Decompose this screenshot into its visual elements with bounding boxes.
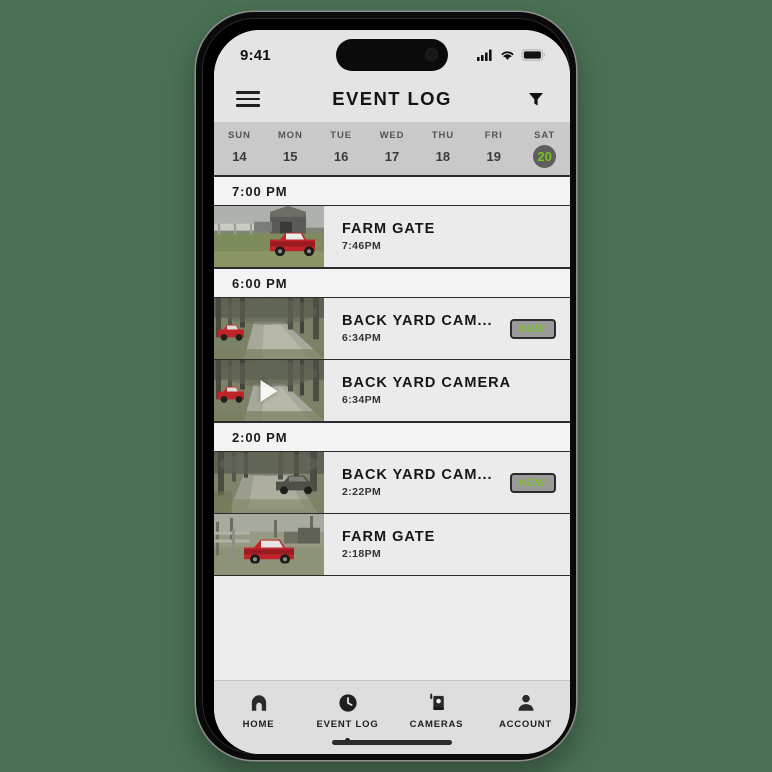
event-thumbnail[interactable]	[214, 298, 324, 359]
phone-frame: 9:41 EVENT LOG SUN 14 MON 15 TUE 16 WED …	[196, 12, 576, 760]
date-cell-18[interactable]: THU 18	[417, 130, 468, 168]
tab-account[interactable]: ACCOUNT	[481, 692, 570, 743]
event-details: FARM GATE 7:46PM	[324, 206, 570, 267]
event-timestamp: 7:46PM	[342, 240, 382, 252]
day-of-week-label: THU	[431, 129, 454, 141]
home-icon	[248, 692, 270, 714]
event-thumbnail[interactable]	[214, 206, 324, 267]
home-icon	[251, 695, 266, 711]
person-icon	[517, 694, 534, 711]
hamburger-line	[236, 91, 260, 94]
event-thumbnail[interactable]	[214, 360, 324, 421]
event-row[interactable]: FARM GATE 2:18PM	[214, 514, 570, 576]
day-number-label: 20	[533, 144, 557, 168]
tab-cameras[interactable]: CAMERAS	[392, 692, 481, 743]
time-group-header: 2:00 PM	[214, 422, 570, 452]
hamburger-menu-icon[interactable]	[236, 91, 260, 107]
hamburger-line	[236, 97, 260, 101]
new-badge: NEW	[509, 318, 556, 339]
day-of-week-label: SAT	[534, 129, 556, 141]
event-list[interactable]: 7:00 PM FARM GATE 7:46PM 6:00 PM BACK YA…	[214, 176, 570, 680]
status-bar: 9:41	[214, 30, 570, 76]
event-camera-name: BACK YARD CAM...	[342, 313, 493, 329]
bottom-tab-bar[interactable]: HOME EVENT LOG CAMERAS ACCOUNT	[214, 680, 570, 754]
event-text-block: BACK YARD CAM... 2:22PM	[342, 467, 493, 498]
screenshot-canvas: 9:41 EVENT LOG SUN 14 MON 15 TUE 16 WED …	[0, 0, 772, 772]
phone-screen: 9:41 EVENT LOG SUN 14 MON 15 TUE 16 WED …	[214, 30, 570, 754]
tab-label: EVENT LOG	[316, 719, 379, 730]
trail-camera-icon	[429, 693, 444, 710]
cellular-signal-icon	[477, 49, 492, 61]
event-camera-name: BACK YARD CAMERA	[342, 375, 512, 391]
tab-label: CAMERAS	[409, 719, 464, 730]
event-camera-name: FARM GATE	[342, 221, 436, 237]
app-header: EVENT LOG	[214, 76, 570, 122]
time-group-header: 6:00 PM	[214, 268, 570, 298]
event-timestamp: 6:34PM	[342, 332, 382, 344]
front-camera-icon	[425, 48, 438, 61]
status-bar-time: 9:41	[240, 46, 271, 64]
date-cell-19[interactable]: FRI 19	[468, 130, 519, 168]
event-row[interactable]: BACK YARD CAM... 6:34PM NEW	[214, 298, 570, 360]
event-details: BACK YARD CAM... 6:34PM NEW	[324, 298, 570, 359]
event-text-block: FARM GATE 7:46PM	[342, 221, 435, 252]
day-number-label: 14	[232, 148, 247, 164]
hamburger-line	[236, 104, 260, 107]
day-number-label: 17	[384, 148, 400, 164]
tab-label: ACCOUNT	[498, 719, 553, 730]
date-cell-17[interactable]: WED 17	[367, 130, 418, 168]
tab-label: HOME	[242, 719, 275, 730]
event-timestamp: 2:22PM	[342, 486, 382, 498]
event-timestamp: 2:18PM	[342, 548, 382, 560]
status-bar-indicators	[477, 45, 546, 61]
tab-home[interactable]: HOME	[214, 692, 303, 743]
person-icon	[515, 692, 537, 714]
clock-icon	[338, 694, 357, 712]
event-text-block: BACK YARD CAM... 6:34PM	[342, 313, 493, 344]
day-of-week-label: TUE	[330, 129, 352, 141]
event-row[interactable]: BACK YARD CAMERA 6:34PM	[214, 360, 570, 422]
clock-icon	[337, 692, 359, 714]
date-cell-20[interactable]: SAT 20	[519, 130, 570, 168]
date-cell-16[interactable]: TUE 16	[316, 130, 367, 168]
play-button-icon[interactable]	[260, 379, 278, 402]
event-thumbnail[interactable]	[214, 452, 324, 513]
event-timestamp: 6:34PM	[342, 394, 382, 406]
new-badge: NEW	[509, 472, 556, 493]
filter-funnel-icon	[529, 93, 543, 106]
day-of-week-label: WED	[379, 129, 405, 141]
tab-event-log[interactable]: EVENT LOG	[303, 692, 392, 743]
day-of-week-label: FRI	[484, 129, 503, 141]
event-text-block: FARM GATE 2:18PM	[342, 529, 435, 560]
trail-camera-icon	[426, 692, 448, 714]
event-text-block: BACK YARD CAMERA 6:34PM	[342, 375, 511, 406]
event-row[interactable]: FARM GATE 7:46PM	[214, 206, 570, 268]
event-camera-name: FARM GATE	[342, 529, 436, 545]
wifi-icon	[501, 51, 514, 60]
dynamic-island	[336, 39, 448, 71]
event-details: BACK YARD CAMERA 6:34PM	[324, 360, 570, 421]
event-row[interactable]: BACK YARD CAM... 2:22PM NEW	[214, 452, 570, 514]
day-number-label: 15	[283, 148, 298, 164]
home-indicator	[332, 740, 452, 745]
day-of-week-label: MON	[277, 129, 303, 141]
event-details: FARM GATE 2:18PM	[324, 514, 570, 575]
day-number-label: 16	[333, 148, 349, 164]
day-number-label: 19	[486, 148, 501, 164]
event-camera-name: BACK YARD CAM...	[342, 467, 493, 483]
event-thumbnail[interactable]	[214, 514, 324, 575]
date-strip[interactable]: SUN 14 MON 15 TUE 16 WED 17 THU 18 FRI 19 SAT 20	[214, 122, 570, 176]
day-of-week-label: SUN	[228, 129, 251, 141]
day-number-label: 18	[435, 148, 451, 164]
date-cell-14[interactable]: SUN 14	[214, 130, 265, 168]
time-group-header: 7:00 PM	[214, 176, 570, 206]
page-title: EVENT LOG	[332, 88, 452, 109]
event-details: BACK YARD CAM... 2:22PM NEW	[324, 452, 570, 513]
filter-button[interactable]	[524, 89, 548, 109]
battery-icon	[521, 49, 546, 61]
date-cell-15[interactable]: MON 15	[265, 130, 316, 168]
phone-bezel: 9:41 EVENT LOG SUN 14 MON 15 TUE 16 WED …	[202, 18, 570, 754]
